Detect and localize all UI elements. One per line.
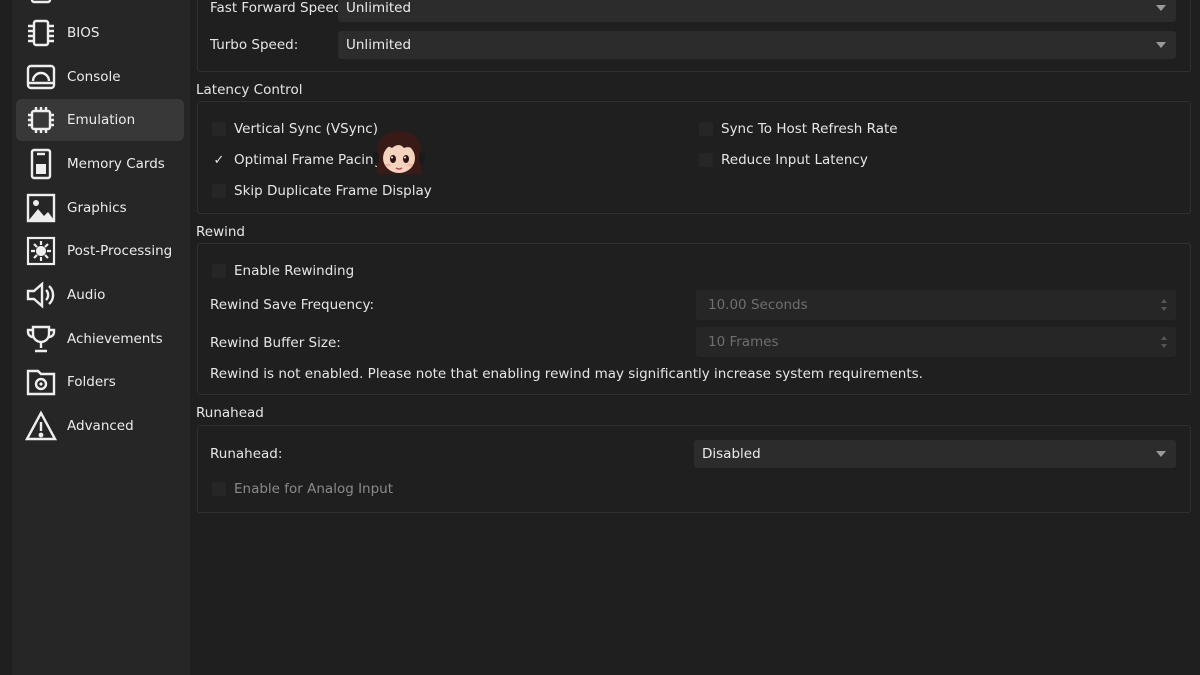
- sidebar-item-achievements[interactable]: Achievements: [16, 318, 184, 360]
- turbo-speed-value: Unlimited: [346, 37, 412, 53]
- warning-icon: [24, 409, 58, 443]
- sidebar-item-label: Console: [67, 69, 121, 85]
- rewind-save-frequency-label: Rewind Save Frequency:: [210, 297, 375, 313]
- chevron-down-icon: [1156, 5, 1166, 11]
- rewind-buffer-size-spinbox[interactable]: 10 Frames: [696, 327, 1176, 357]
- sidebar-item-label: Folders: [67, 374, 116, 390]
- fast-forward-speed-dropdown[interactable]: Unlimited: [338, 0, 1176, 22]
- enable-analog-input-checkbox[interactable]: Enable for Analog Input: [212, 481, 393, 497]
- optimal-frame-pacing-checkbox[interactable]: ✓ Optimal Frame Pacing: [212, 152, 383, 168]
- sync-host-refresh-checkbox[interactable]: Sync To Host Refresh Rate: [699, 121, 898, 137]
- runahead-label: Runahead:: [210, 446, 283, 462]
- sidebar-item-label: Emulation: [67, 112, 136, 128]
- sidebar-item-console[interactable]: Console: [16, 56, 184, 98]
- avatar-sticker: [370, 128, 428, 176]
- sidebar-item-label: Audio: [67, 287, 106, 303]
- sidebar-item-partial[interactable]: [16, 0, 184, 6]
- checkbox-box: [212, 184, 226, 198]
- trophy-icon: [24, 322, 58, 356]
- skip-duplicate-frame-checkbox[interactable]: Skip Duplicate Frame Display: [212, 183, 432, 199]
- spin-up-icon[interactable]: [1161, 336, 1167, 340]
- sidebar-item-label: Advanced: [67, 418, 134, 434]
- rewind-title: Rewind: [196, 224, 245, 240]
- reduce-input-latency-checkbox[interactable]: Reduce Input Latency: [699, 152, 868, 168]
- rewind-note: Rewind is not enabled. Please note that …: [210, 366, 923, 382]
- chevron-down-icon: [1156, 451, 1166, 457]
- image-icon: [24, 191, 58, 225]
- sidebar-item-label: BIOS: [67, 25, 100, 41]
- memory-card-icon: [24, 147, 58, 181]
- console-icon: [24, 60, 58, 94]
- checkbox-label: Sync To Host Refresh Rate: [721, 121, 898, 137]
- sidebar-item-memory-cards[interactable]: Memory Cards: [16, 143, 184, 185]
- latency-control-title: Latency Control: [196, 82, 303, 98]
- brightness-icon: [24, 234, 58, 268]
- emulation-settings-panel: Fast Forward Speed: Unlimited Turbo Spee…: [190, 0, 1200, 675]
- checkbox-box: [699, 122, 713, 136]
- checkbox-label: Enable for Analog Input: [234, 481, 394, 497]
- rewind-save-frequency-value: 10.00 Seconds: [708, 297, 808, 313]
- checkbox-box: [212, 122, 226, 136]
- chevron-down-icon: [1156, 42, 1166, 48]
- checkbox-box: [699, 153, 713, 167]
- sidebar-item-folders[interactable]: Folders: [16, 361, 184, 403]
- turbo-speed-dropdown[interactable]: Unlimited: [338, 31, 1176, 59]
- folder-gear-icon: [24, 365, 58, 399]
- checkmark-icon: ✓: [213, 152, 225, 168]
- rewind-buffer-size-label: Rewind Buffer Size:: [210, 335, 341, 351]
- checkbox-label: Optimal Frame Pacing: [234, 152, 383, 168]
- fast-forward-speed-value: Unlimited: [346, 0, 412, 16]
- sidebar-item-label: Memory Cards: [67, 156, 165, 172]
- runahead-dropdown[interactable]: Disabled: [694, 440, 1176, 468]
- runahead-group: [197, 425, 1191, 513]
- runahead-title: Runahead: [196, 405, 264, 421]
- checkbox-label: Skip Duplicate Frame Display: [234, 183, 432, 199]
- chip-icon: [24, 16, 58, 50]
- checkbox-box: [212, 482, 226, 496]
- cpu-icon: [24, 103, 58, 137]
- sidebar-item-advanced[interactable]: Advanced: [16, 405, 184, 447]
- sidebar-item-graphics[interactable]: Graphics: [16, 187, 184, 229]
- checkbox-box: [212, 264, 226, 278]
- sidebar-item-emulation[interactable]: Emulation: [16, 99, 184, 141]
- sidebar-item-label: Post-Processing: [67, 243, 173, 259]
- spin-down-icon[interactable]: [1161, 307, 1167, 311]
- turbo-speed-label: Turbo Speed:: [210, 37, 299, 53]
- sidebar-item-label: Graphics: [67, 200, 127, 216]
- settings-sidebar: BIOS Console Emulation Memory Cards Grap…: [12, 0, 190, 675]
- checkbox-label: Reduce Input Latency: [721, 152, 868, 168]
- vsync-checkbox[interactable]: Vertical Sync (VSync): [212, 121, 378, 137]
- speaker-icon: [24, 278, 58, 312]
- checkbox-label: Vertical Sync (VSync): [234, 121, 378, 137]
- rewind-buffer-size-value: 10 Frames: [708, 334, 779, 350]
- checkbox-label: Enable Rewinding: [234, 263, 355, 279]
- spin-up-icon[interactable]: [1161, 299, 1167, 303]
- chip-icon: [24, 0, 58, 5]
- sidebar-item-post-processing[interactable]: Post-Processing: [16, 230, 184, 272]
- sidebar-item-bios[interactable]: BIOS: [16, 12, 184, 54]
- sidebar-item-label: Achievements: [67, 331, 163, 347]
- fast-forward-label: Fast Forward Speed:: [210, 0, 347, 16]
- enable-rewinding-checkbox[interactable]: Enable Rewinding: [212, 263, 354, 279]
- rewind-save-frequency-spinbox[interactable]: 10.00 Seconds: [696, 290, 1176, 320]
- spin-down-icon[interactable]: [1161, 344, 1167, 348]
- runahead-value: Disabled: [702, 446, 761, 462]
- sidebar-item-audio[interactable]: Audio: [16, 274, 184, 316]
